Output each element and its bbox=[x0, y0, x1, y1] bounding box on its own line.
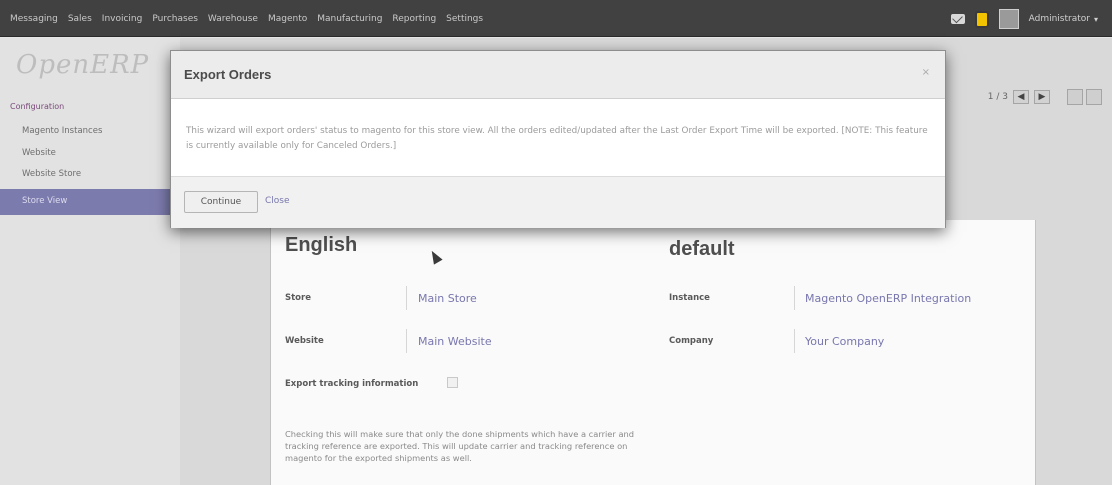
field-divider bbox=[406, 286, 407, 310]
list-view-icon[interactable] bbox=[1067, 89, 1083, 105]
top-menu-bar: Messaging Sales Invoicing Purchases Ware… bbox=[0, 0, 1112, 37]
sidebar-item-magento-instances[interactable]: Magento Instances bbox=[22, 126, 102, 136]
dialog-header: Export Orders × bbox=[171, 51, 945, 99]
menu-messaging[interactable]: Messaging bbox=[10, 14, 58, 24]
pager-counter: 1 / 3 bbox=[987, 92, 1008, 102]
menu-magento[interactable]: Magento bbox=[268, 14, 307, 24]
pager-previous-button[interactable]: ◀ bbox=[1013, 90, 1029, 104]
menu-settings[interactable]: Settings bbox=[446, 14, 483, 24]
pager: 1 / 3 ◀ ▶ bbox=[988, 90, 1050, 104]
store-label: Store bbox=[285, 293, 311, 303]
main-menu: Messaging Sales Invoicing Purchases Ware… bbox=[10, 14, 483, 24]
close-icon[interactable]: × bbox=[922, 67, 930, 78]
chevron-down-icon[interactable]: ▾ bbox=[1094, 15, 1098, 24]
store-view-code: default bbox=[669, 238, 735, 260]
sidebar-item-website[interactable]: Website bbox=[22, 148, 56, 158]
pager-next-button[interactable]: ▶ bbox=[1034, 90, 1050, 104]
website-link[interactable]: Main Website bbox=[418, 335, 492, 348]
field-divider bbox=[406, 329, 407, 353]
user-menu[interactable]: Administrator bbox=[1029, 14, 1090, 24]
sidebar-item-store-view[interactable]: Store View bbox=[0, 189, 180, 215]
sidebar-section-configuration: Configuration bbox=[10, 102, 65, 111]
website-label: Website bbox=[285, 336, 324, 346]
form-view-icon[interactable] bbox=[1086, 89, 1102, 105]
export-tracking-help: Checking this will make sure that only t… bbox=[285, 429, 635, 463]
sidebar-item-label: Store View bbox=[22, 196, 68, 206]
sidebar: OpenERP Configuration Magento Instances … bbox=[0, 38, 180, 485]
export-tracking-label: Export tracking information bbox=[285, 379, 419, 389]
mail-icon[interactable] bbox=[950, 14, 965, 24]
instance-label: Instance bbox=[669, 293, 710, 303]
avatar[interactable] bbox=[998, 9, 1019, 29]
menu-manufacturing[interactable]: Manufacturing bbox=[317, 14, 382, 24]
form-sheet: English default Store Main Store Instanc… bbox=[270, 220, 1036, 485]
menu-warehouse[interactable]: Warehouse bbox=[208, 14, 258, 24]
field-divider bbox=[794, 286, 795, 310]
continue-button[interactable]: Continue bbox=[184, 191, 258, 213]
sidebar-item-website-store[interactable]: Website Store bbox=[22, 169, 81, 179]
dialog-footer: Continue Close bbox=[171, 176, 945, 228]
company-link[interactable]: Your Company bbox=[805, 335, 884, 348]
export-orders-dialog: Export Orders × This wizard will export … bbox=[170, 50, 946, 228]
menu-purchases[interactable]: Purchases bbox=[152, 14, 198, 24]
notification-icon[interactable] bbox=[974, 10, 989, 28]
dialog-message: This wizard will export orders' status t… bbox=[186, 126, 928, 151]
store-link[interactable]: Main Store bbox=[418, 292, 477, 305]
menu-reporting[interactable]: Reporting bbox=[392, 14, 436, 24]
logo: OpenERP bbox=[16, 50, 150, 80]
menu-invoicing[interactable]: Invoicing bbox=[102, 14, 143, 24]
topbar-right: Administrator ▾ bbox=[950, 9, 1098, 29]
menu-sales[interactable]: Sales bbox=[68, 14, 92, 24]
export-tracking-checkbox[interactable] bbox=[447, 377, 458, 388]
close-button[interactable]: Close bbox=[265, 196, 290, 206]
instance-link[interactable]: Magento OpenERP Integration bbox=[805, 292, 971, 305]
dialog-title: Export Orders bbox=[184, 67, 272, 82]
company-label: Company bbox=[669, 336, 714, 346]
store-view-name: English bbox=[285, 234, 358, 256]
view-switcher bbox=[1067, 89, 1102, 105]
field-divider bbox=[794, 329, 795, 353]
